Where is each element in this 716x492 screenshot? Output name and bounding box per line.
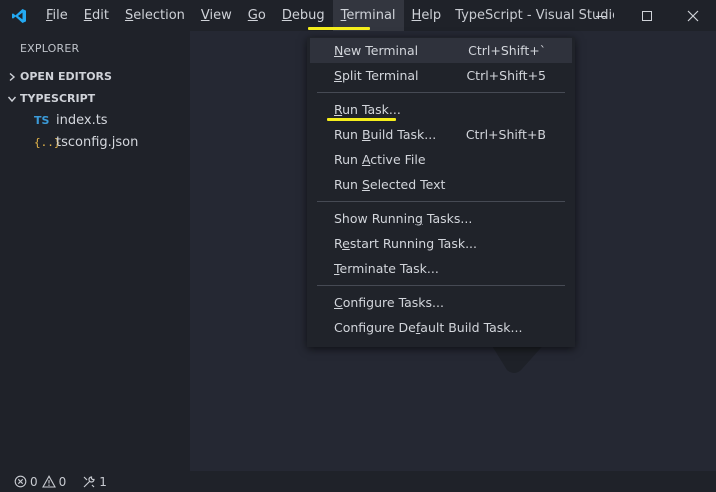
menu-help[interactable]: Help — [404, 0, 450, 31]
close-icon[interactable] — [670, 0, 716, 31]
terminal-menu: New Terminal Ctrl+Shift+` Split Terminal… — [307, 37, 575, 347]
menu-run-selected-text[interactable]: Run Selected Text — [310, 172, 572, 197]
terminal-highlight-underline — [308, 27, 370, 30]
open-editors-section[interactable]: OPEN EDITORS — [0, 66, 190, 88]
warning-icon — [41, 475, 56, 488]
tools-indicator[interactable]: 1 — [82, 475, 107, 489]
error-icon — [14, 475, 27, 488]
menu-run-active-file[interactable]: Run Active File — [310, 147, 572, 172]
typescript-folder-section[interactable]: TYPESCRIPT — [0, 88, 190, 110]
menu-split-terminal[interactable]: Split Terminal Ctrl+Shift+5 — [310, 63, 572, 88]
minimize-icon[interactable] — [578, 0, 624, 31]
menu-separator — [317, 285, 565, 286]
file-tsconfig-json[interactable]: {..} tsconfig.json — [0, 132, 190, 154]
menu-show-running-tasks[interactable]: Show Running Tasks... — [310, 206, 572, 231]
shortcut: Ctrl+Shift+` — [468, 43, 546, 58]
file-name: tsconfig.json — [56, 135, 139, 150]
file-name: index.ts — [56, 113, 108, 128]
vscode-logo-icon — [0, 0, 38, 31]
menu-run-build-task[interactable]: Run Build Task... Ctrl+Shift+B — [310, 122, 572, 147]
status-bar: 0 0 1 — [0, 471, 716, 492]
shortcut: Ctrl+Shift+B — [465, 127, 546, 142]
menu-go[interactable]: Go — [240, 0, 274, 31]
warning-count: 0 — [58, 474, 67, 489]
menu-restart-running-task[interactable]: Restart Running Task... — [310, 231, 572, 256]
typescript-file-icon: TS — [34, 114, 50, 127]
chevron-down-icon — [4, 94, 20, 104]
json-file-icon: {..} — [34, 136, 61, 149]
menu-edit[interactable]: Edit — [76, 0, 117, 31]
error-count: 0 — [30, 474, 38, 489]
shortcut: Ctrl+Shift+5 — [466, 68, 546, 83]
file-index-ts[interactable]: TS index.ts — [0, 110, 190, 132]
menu-file[interactable]: File — [38, 0, 76, 31]
explorer-sidebar: EXPLORER OPEN EDITORS TYPESCRIPT TS inde… — [0, 31, 190, 471]
open-editors-label: OPEN EDITORS — [20, 70, 112, 83]
menu-configure-default-build-task[interactable]: Configure Default Build Task... — [310, 315, 572, 340]
explorer-title: EXPLORER — [20, 42, 80, 55]
menu-selection[interactable]: Selection — [117, 0, 193, 31]
menu-view[interactable]: View — [193, 0, 240, 31]
chevron-right-icon — [4, 72, 20, 82]
run-task-highlight-underline — [327, 118, 396, 121]
folder-label: TYPESCRIPT — [20, 92, 96, 105]
tools-icon — [83, 475, 95, 487]
maximize-icon[interactable] — [624, 0, 670, 31]
menu-configure-tasks[interactable]: Configure Tasks... — [310, 290, 572, 315]
menu-separator — [317, 201, 565, 202]
menu-new-terminal[interactable]: New Terminal Ctrl+Shift+` — [310, 38, 572, 63]
tools-count: 1 — [99, 474, 107, 489]
menu-separator — [317, 92, 565, 93]
problems-indicator[interactable]: 0 0 — [14, 475, 66, 489]
menu-terminate-task[interactable]: Terminate Task... — [310, 256, 572, 281]
